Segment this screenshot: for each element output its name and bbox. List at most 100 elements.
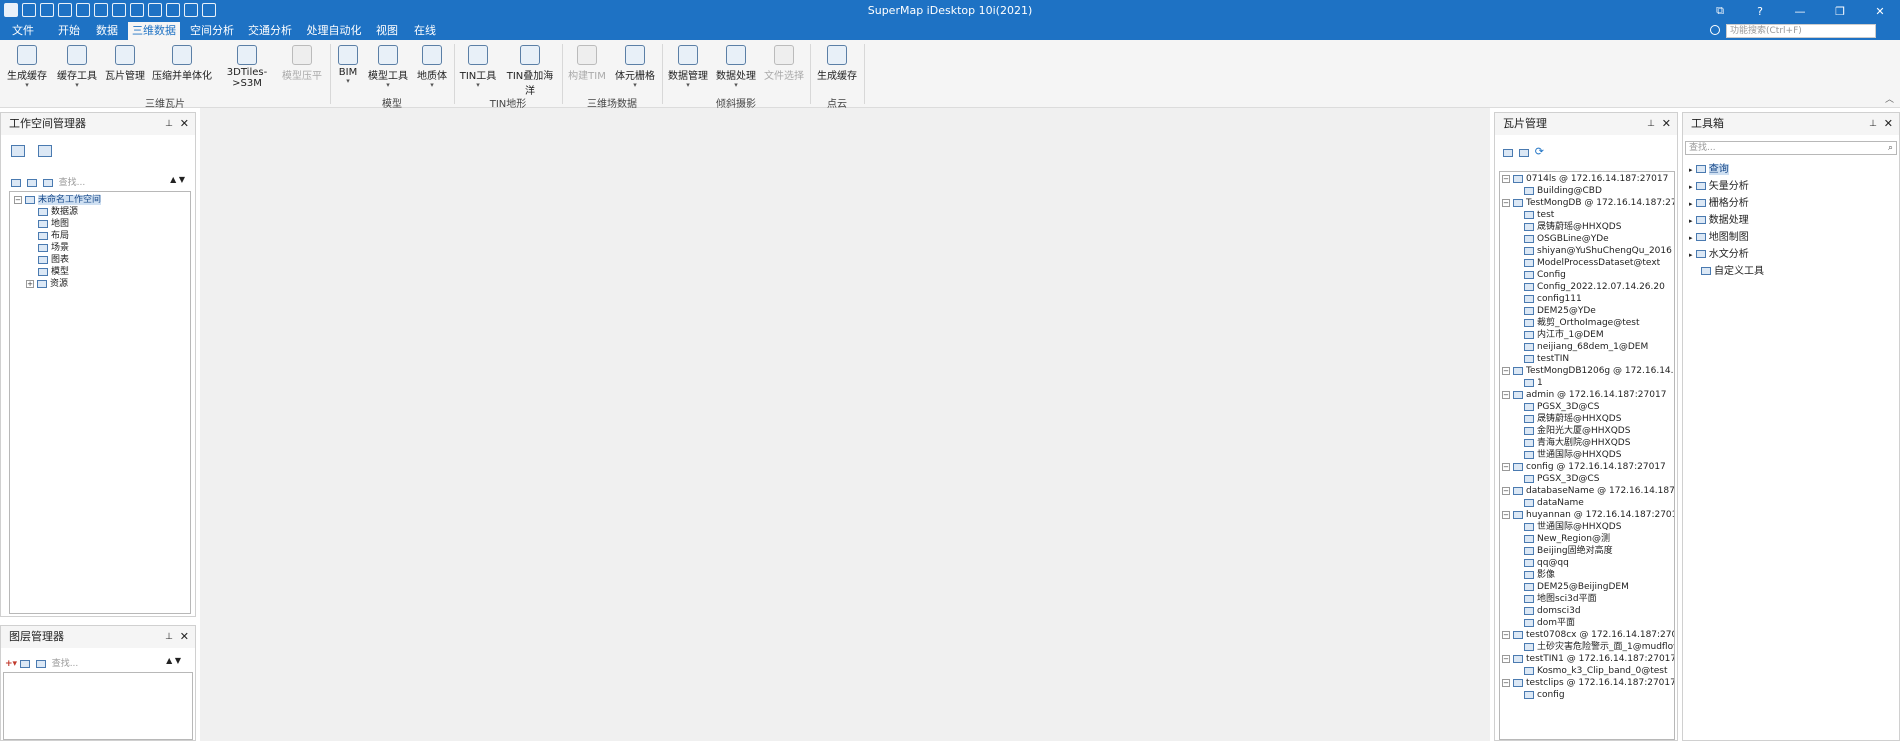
data-process-button[interactable]: 数据处理 ▾	[714, 45, 758, 89]
help-icon[interactable]: ?	[1740, 0, 1780, 22]
tile-server-node[interactable]: − huyannan @ 172.16.14.187:27017	[1502, 509, 1674, 521]
search-icon[interactable]	[35, 659, 46, 668]
bim-button[interactable]: BIM ▾	[334, 45, 362, 85]
tile-dataset-item[interactable]: 晟铸蔚瑶@HHXQDS	[1502, 413, 1672, 425]
tree-item-resources[interactable]: + 资源	[14, 278, 186, 290]
tab-process-automation[interactable]: 处理自动化	[302, 22, 366, 40]
tile-server-node[interactable]: − testclips @ 172.16.14.187:27017	[1502, 677, 1674, 689]
tile-dataset-item[interactable]: config111	[1502, 293, 1672, 305]
refresh-icon[interactable]: ⟳	[1535, 145, 1544, 158]
collapse-icon[interactable]: −	[1502, 390, 1510, 399]
tree-root[interactable]: − 未命名工作空间	[14, 194, 186, 206]
tile-dataset-item[interactable]: DEM25@YDe	[1502, 305, 1672, 317]
workspace-search-input[interactable]: 查找...	[59, 178, 86, 188]
import-icon[interactable]	[1503, 148, 1513, 157]
workspace-cloud-icon[interactable]	[38, 145, 52, 157]
toolbox-item-hydrology[interactable]: ▸ 水文分析	[1689, 246, 1897, 263]
compress-button[interactable]: 压缩并单体化	[150, 45, 214, 82]
search-icon[interactable]	[42, 178, 53, 187]
tab-view[interactable]: 视图	[370, 22, 404, 40]
tile-dataset-item[interactable]: testTIN	[1502, 353, 1672, 365]
tile-server-node[interactable]: −TestMongDB1206g @ 172.16.14.187:27	[1502, 365, 1674, 377]
close-icon[interactable]: ✕	[1662, 113, 1671, 135]
toolbox-item-query[interactable]: ▸ 查询	[1689, 161, 1897, 178]
collapse-ribbon-icon[interactable]: ︿	[1885, 92, 1894, 105]
toolbox-item-raster[interactable]: ▸ 栅格分析	[1689, 195, 1897, 212]
restore-icon[interactable]: ❐	[1820, 0, 1860, 22]
tile-dataset-item[interactable]: 金阳光大厦@HHXQDS	[1502, 425, 1672, 437]
tab-traffic-analysis[interactable]: 交通分析	[244, 22, 296, 40]
close-icon[interactable]: ✕	[180, 113, 189, 135]
toolbox-search-input[interactable]: 查找... ⌕	[1685, 141, 1897, 155]
tile-dataset-item[interactable]: OSGBLine@YDe	[1502, 233, 1672, 245]
tile-dataset-item[interactable]: dom平面	[1502, 617, 1672, 629]
tree-item-map[interactable]: 地图	[14, 218, 186, 230]
collapse-icon[interactable]: −	[1502, 510, 1510, 519]
tab-spatial-analysis[interactable]: 空间分析	[186, 22, 238, 40]
new-datasource-icon[interactable]	[26, 178, 37, 187]
3dtiles-s3m-button[interactable]: 3DTiles->S3M	[218, 45, 276, 89]
tab-3d-data[interactable]: 三维数据	[128, 22, 180, 40]
layout-icon[interactable]: ⧉	[1700, 0, 1740, 22]
open-workspace-icon[interactable]	[11, 178, 21, 187]
tile-server-node[interactable]: − config @ 172.16.14.187:27017	[1502, 461, 1672, 473]
tile-dataset-item[interactable]: 地图sci3d平面	[1502, 593, 1672, 605]
tile-server-node[interactable]: −0714ls @ 172.16.14.187:27017	[1502, 173, 1672, 185]
tree-item-model[interactable]: 模型	[14, 266, 186, 278]
tile-manage-button[interactable]: 瓦片管理	[104, 45, 146, 82]
tile-dataset-item[interactable]: Building@CBD	[1502, 185, 1672, 197]
tin-ocean-button[interactable]: TIN叠加海洋	[502, 45, 558, 97]
model-flatten-button[interactable]: 模型压平	[280, 45, 324, 82]
pin-icon[interactable]: ⊥	[1869, 113, 1877, 135]
tile-dataset-item[interactable]: 土砂灾害危险警示_面_1@mudflov	[1502, 641, 1674, 653]
tin-tools-button[interactable]: TIN工具 ▾	[458, 45, 498, 89]
tile-dataset-item[interactable]: Config	[1502, 269, 1672, 281]
collapse-icon[interactable]: −	[1502, 654, 1510, 663]
minimize-icon[interactable]: —	[1780, 0, 1820, 22]
pin-icon[interactable]: ⊥	[165, 626, 173, 648]
up-down-icon[interactable]: ▲ ▼	[170, 175, 185, 184]
layer-style-icon[interactable]	[19, 659, 30, 668]
toolbox-item-cartography[interactable]: ▸ 地图制图	[1689, 229, 1897, 246]
pin-icon[interactable]: ⊥	[1647, 113, 1655, 135]
tile-server-node[interactable]: −TestMongDB @ 172.16.14.187:27017	[1502, 197, 1674, 209]
tab-file[interactable]: 文件	[8, 22, 38, 40]
tab-start[interactable]: 开始	[52, 22, 86, 40]
voxel-grid-button[interactable]: 体元栅格 ▾	[612, 45, 658, 89]
collapse-icon[interactable]: −	[1502, 174, 1510, 183]
close-icon[interactable]: ✕	[1884, 113, 1893, 135]
tile-dataset-item[interactable]: dataName	[1502, 497, 1672, 509]
collapse-icon[interactable]: −	[1502, 630, 1510, 639]
tile-dataset-item[interactable]: domsci3d	[1502, 605, 1672, 617]
layer-search-input[interactable]: 查找...	[52, 659, 79, 669]
tree-item-chart[interactable]: 图表	[14, 254, 186, 266]
tile-dataset-item[interactable]: 青海大剧院@HHXQDS	[1502, 437, 1672, 449]
tile-dataset-item[interactable]: PGSX_3D@CS	[1502, 401, 1672, 413]
tile-server-node[interactable]: −databaseName @ 172.16.14.187:27017	[1502, 485, 1674, 497]
tile-dataset-item[interactable]: 内江市_1@DEM	[1502, 329, 1672, 341]
tile-dataset-item[interactable]: DEM25@BeijingDEM	[1502, 581, 1672, 593]
tile-dataset-item[interactable]: config	[1502, 689, 1672, 701]
collapse-icon[interactable]: −	[1502, 198, 1510, 207]
tree-item-datasource[interactable]: 数据源	[14, 206, 186, 218]
tree-item-layout[interactable]: 布局	[14, 230, 186, 242]
close-icon[interactable]: ✕	[1860, 0, 1900, 22]
geology-button[interactable]: 地质体 ▾	[414, 45, 450, 89]
tree-item-scene[interactable]: 场景	[14, 242, 186, 254]
close-icon[interactable]: ✕	[180, 626, 189, 648]
tile-dataset-item[interactable]: shiyan@YuShuChengQu_2016	[1502, 245, 1672, 257]
collapse-icon[interactable]: −	[1502, 486, 1510, 495]
tile-dataset-item[interactable]: Config_2022.12.07.14.26.20	[1502, 281, 1672, 293]
main-workarea[interactable]	[200, 108, 1490, 741]
tile-dataset-item[interactable]: 1	[1502, 377, 1672, 389]
collapse-icon[interactable]: −	[1502, 366, 1510, 375]
tile-server-node[interactable]: − admin @ 172.16.14.187:27017	[1502, 389, 1672, 401]
toolbox-item-custom[interactable]: 自定义工具	[1689, 263, 1897, 280]
build-tim-button[interactable]: 构建TIM	[566, 45, 608, 82]
up-down-icon[interactable]: ▲ ▼	[166, 656, 181, 665]
tile-dataset-item[interactable]: Beijing固绝对高度	[1502, 545, 1672, 557]
cache-tools-button[interactable]: 缓存工具 ▾	[54, 45, 100, 89]
pointcloud-cache-button[interactable]: 生成缓存	[814, 45, 860, 82]
tile-dataset-item[interactable]: 影像	[1502, 569, 1672, 581]
tile-dataset-item[interactable]: neijiang_68dem_1@DEM	[1502, 341, 1672, 353]
